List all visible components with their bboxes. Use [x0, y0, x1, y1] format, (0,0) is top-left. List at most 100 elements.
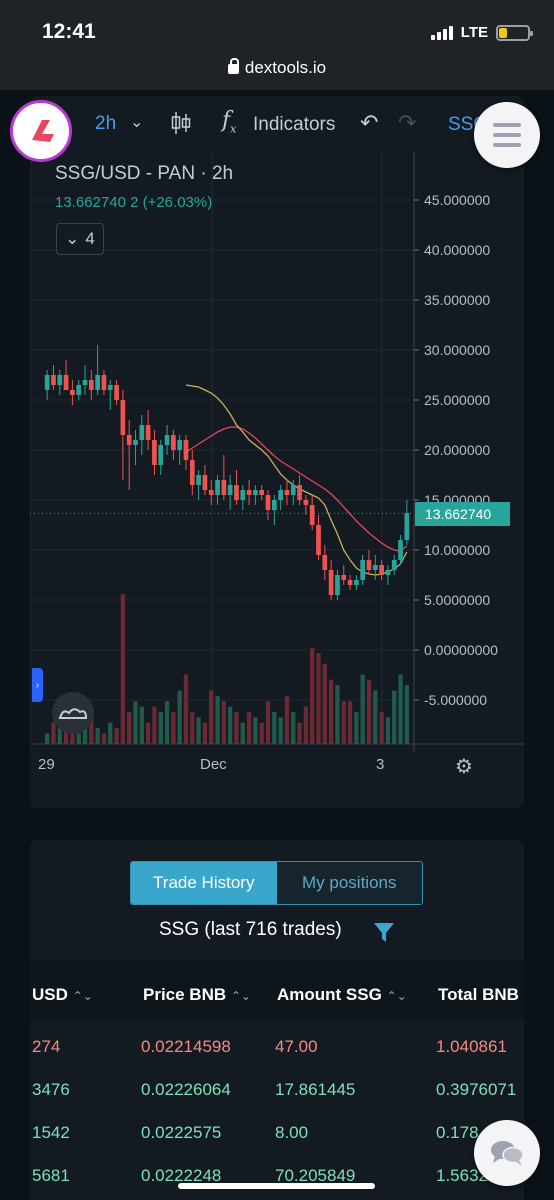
volume-bar — [272, 711, 277, 744]
candle-body — [360, 560, 366, 580]
y-tick-label: 10.000000 — [424, 542, 490, 558]
candle-body — [297, 485, 302, 500]
filter-icon[interactable] — [372, 920, 396, 949]
function-icon[interactable]: fx — [222, 108, 236, 135]
candle-body — [177, 440, 183, 450]
candle-body — [171, 435, 176, 450]
chevron-down-icon: ⌄ — [65, 229, 80, 248]
column-header[interactable]: Total BNB — [438, 985, 519, 1005]
candle-body — [51, 375, 56, 385]
candle-body — [278, 490, 283, 500]
candle-body — [63, 375, 69, 390]
candle-body — [366, 560, 372, 570]
tradingview-logo-icon[interactable] — [52, 692, 94, 734]
candle-body — [101, 375, 107, 390]
undo-icon[interactable]: ↶ — [360, 110, 378, 136]
volume-bar — [183, 674, 189, 744]
volume-bar — [127, 711, 132, 744]
volume-bar — [392, 690, 397, 744]
menu-button[interactable] — [474, 102, 540, 168]
trades-table-header: USD ⌃⌄ Price BNB ⌃⌄ Amount SSG ⌃⌄ Total … — [30, 960, 524, 1020]
candle-body — [322, 555, 328, 570]
candlestick-icon[interactable] — [170, 110, 192, 142]
volume-bar — [190, 711, 195, 744]
indicator-toggle[interactable]: ⌄ 4 — [56, 223, 104, 255]
candle-body — [284, 490, 290, 495]
volume-bar — [228, 706, 233, 744]
volume-bar — [284, 695, 290, 744]
volume-bar — [366, 679, 372, 744]
trade-price: 0.02214598 — [141, 1037, 231, 1056]
candle-body — [265, 495, 271, 510]
candle-body — [88, 380, 94, 390]
tab-my-positions[interactable]: My positions — [276, 862, 422, 904]
status-bar: 12:41 LTE dextools.io — [0, 0, 554, 90]
candle-body — [126, 435, 132, 445]
expand-sidebar-tab[interactable]: › — [32, 668, 43, 702]
x-axis-label: 3 — [376, 756, 385, 773]
y-tick-label: 20.000000 — [424, 442, 490, 458]
y-tick-label: -5.000000 — [424, 692, 487, 708]
volume-bar — [253, 717, 258, 744]
candle-body — [341, 575, 347, 580]
candle-body — [253, 490, 258, 495]
chat-icon — [491, 1141, 524, 1166]
volume-bar — [379, 711, 384, 744]
volume-bar — [108, 722, 113, 744]
interval-selector[interactable]: 2h — [95, 113, 116, 135]
x-axis-label: 29 — [38, 756, 55, 773]
y-tick-label: 25.000000 — [424, 392, 490, 408]
menu-line — [493, 133, 521, 137]
app-logo[interactable] — [10, 100, 72, 162]
volume-bar — [234, 711, 239, 744]
url-text: dextools.io — [244, 58, 327, 77]
chevron-down-icon[interactable]: ⌄ — [130, 112, 143, 132]
y-tick-label: 35.000000 — [424, 292, 490, 308]
volume-bar — [114, 727, 119, 744]
volume-bar — [158, 711, 163, 744]
price-chart[interactable]: 45.000000 40.000000 35.000000 30.000000 25.0… — [30, 152, 524, 752]
redo-icon[interactable]: ↷ — [398, 110, 416, 136]
column-header[interactable]: USD ⌃⌄ — [32, 985, 93, 1005]
trade-row[interactable]: 274 0.02214598 47.00 1.040861 — [30, 1037, 524, 1081]
volume-bar — [328, 679, 334, 744]
volume-bar — [145, 722, 151, 744]
network-label: LTE — [460, 24, 488, 41]
status-time: 12:41 — [42, 20, 96, 43]
candle-body — [347, 580, 353, 585]
volume-bar — [335, 685, 340, 744]
volume-bar — [51, 722, 56, 744]
candle-body — [133, 440, 138, 445]
volume-bar — [360, 674, 365, 744]
trade-usd: 5681 — [32, 1166, 70, 1185]
candle-body — [271, 500, 277, 510]
trade-price: 0.0222575 — [141, 1123, 222, 1142]
volume-bar — [240, 722, 245, 744]
column-header[interactable]: Amount SSG ⌃⌄ — [277, 985, 407, 1005]
indicators-button[interactable]: Indicators — [253, 114, 335, 136]
volume-bar — [95, 727, 100, 744]
candle-body — [259, 490, 265, 495]
trade-total: 0.3976071 — [436, 1080, 517, 1099]
volume-bar — [45, 733, 50, 744]
tab-trade-history[interactable]: Trade History — [131, 862, 277, 904]
volume-bar — [209, 690, 214, 744]
volume-bar — [354, 711, 359, 744]
url-bar[interactable]: dextools.io — [0, 58, 554, 78]
volume-bar — [164, 701, 170, 744]
volume-bar — [347, 701, 353, 744]
trade-row[interactable]: 3476 0.02226064 17.861445 0.3976071 — [30, 1080, 524, 1124]
gear-icon[interactable]: ⚙ — [455, 754, 473, 779]
volume-bar — [221, 701, 226, 744]
trade-amount: 17.861445 — [275, 1080, 356, 1099]
chart-legend-price: 13.662740 2 (+26.03%) — [55, 194, 213, 211]
trade-row[interactable]: 1542 0.0222575 8.00 0.178 — [30, 1123, 524, 1167]
column-header[interactable]: Price BNB ⌃⌄ — [143, 985, 251, 1005]
y-tick-label: 30.000000 — [424, 342, 490, 358]
chat-button[interactable] — [474, 1120, 540, 1186]
candle-body — [354, 580, 359, 585]
trades-title: SSG (last 716 trades) — [159, 919, 342, 940]
candle-body — [385, 570, 391, 575]
volume-bar — [101, 733, 107, 744]
trade-price: 0.02226064 — [141, 1080, 231, 1099]
